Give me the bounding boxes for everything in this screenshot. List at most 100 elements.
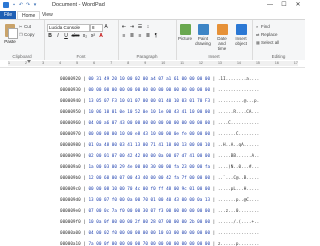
bullet-list-icon[interactable]: ☰	[137, 24, 143, 30]
ruler-mark: 8	[127, 61, 130, 65]
paint-drawing-button[interactable]: Paint drawing	[195, 24, 211, 46]
hex-row: 000009b0 | 12 00 60 00 07 00 43 40 00 00…	[60, 176, 260, 181]
hex-offset: 000009d0	[60, 198, 81, 203]
hex-row: 00000920 | 00 31 49 20 10 00 02 00 a4 07…	[60, 77, 260, 82]
grow-font-icon[interactable]: A	[103, 24, 109, 30]
ruler-mark: 4	[59, 61, 62, 65]
ruler: 1 2 3 4 5 6 7 8 9 10 11 12 13 14 15 16 17	[0, 60, 305, 68]
font-group: Lucida Console 8 A B I U abc x₂ x² A Fon…	[44, 20, 119, 60]
increase-indent-icon[interactable]: ⇥	[129, 24, 135, 30]
font-size-select[interactable]: 8	[90, 24, 103, 32]
copy-button[interactable]: ❐ Copy	[19, 32, 35, 37]
hex-ascii: ...z...0........	[217, 209, 260, 214]
editing-group: ⌕ Find ⇄ Replace ▦ Select all Editing	[252, 20, 305, 60]
align-right-icon[interactable]: ≡	[137, 33, 143, 39]
ruler-mark: 6	[93, 61, 96, 65]
paragraph-group: ⇤ ⇥ ☰ ↕ ≡ ≣ ≡ ≣ ¶ Paragraph	[118, 20, 177, 60]
copy-icon: ❐	[19, 31, 23, 37]
insert-object-button[interactable]: Insert object	[233, 24, 249, 46]
font-family-select[interactable]: Lucida Console	[47, 24, 90, 32]
hex-row: 00000960 | 04 00 a6 07 43 00 00 00 00 00…	[60, 121, 260, 126]
ruler-mark: 13	[217, 61, 222, 65]
hex-ascii: ....C...........	[217, 121, 260, 126]
hex-bytes: 10 06 10 01 0e 10 52 0e 10 1e 00 43 41 1…	[88, 110, 211, 115]
hex-ascii: ......R....CA...	[217, 110, 260, 115]
picture-label: Picture	[177, 36, 192, 41]
hex-bytes: 04 00 a6 07 43 00 00 00 00 00 00 00 00 0…	[88, 121, 211, 126]
undo-icon[interactable]: ↶	[18, 2, 24, 8]
hex-row: 00000970 | 00 00 00 00 10 00 e8 43 10 00…	[60, 132, 260, 137]
hex-bytes: 13 00 07 f0 00 0a 00 70 01 00 40 43 00 0…	[88, 198, 211, 203]
hex-offset: 00000990	[60, 154, 81, 159]
find-button[interactable]: ⌕ Find	[256, 24, 270, 29]
replace-label: Replace	[261, 32, 278, 37]
close-button[interactable]: ✕	[291, 0, 305, 11]
tab-file[interactable]: File	[0, 11, 17, 19]
hex-ascii: .....BB......A..	[217, 154, 260, 159]
ruler-mark: 7	[110, 61, 113, 65]
save-icon[interactable]: ▪	[11, 2, 17, 8]
insert-group: Picture Paint drawing Date and time Inse…	[176, 20, 253, 60]
scissors-icon: ✂	[19, 23, 23, 29]
window-title: Document - WordPad	[52, 2, 105, 8]
hex-ascii: ................	[217, 231, 260, 236]
decrease-indent-icon[interactable]: ⇤	[121, 24, 127, 30]
paint-drawing-label: Paint drawing	[195, 36, 211, 46]
hex-ascii: ..`...C@..B.....	[217, 176, 260, 181]
hex-ascii: .......p..@C....	[217, 198, 260, 203]
minimize-button[interactable]: —	[263, 0, 277, 11]
find-label: Find	[261, 24, 270, 29]
hex-row: 00000950 | 10 06 10 01 0e 10 52 0e 10 1e…	[60, 110, 260, 115]
document-area[interactable]: 00000920 | 00 31 49 20 10 00 02 00 a4 07…	[0, 68, 305, 246]
hex-bytes: 01 0a 48 00 03 41 13 00 71 41 10 00 13 0…	[88, 143, 211, 148]
cut-button[interactable]: ✂ Cut	[19, 24, 31, 29]
replace-button[interactable]: ⇄ Replace	[256, 32, 278, 37]
superscript-button[interactable]: x²	[90, 33, 96, 39]
hex-ascii: .......C........	[217, 132, 260, 137]
calendar-icon	[216, 24, 228, 35]
tab-view[interactable]: View	[38, 11, 57, 19]
hex-bytes: 04 00 02 f0 00 00 00 00 00 10 03 00 00 0…	[88, 231, 211, 236]
maximize-button[interactable]: ☐	[277, 0, 291, 11]
italic-button[interactable]: I	[55, 33, 61, 39]
ruler-mark: 5	[76, 61, 79, 65]
insert-object-label: Insert object	[234, 36, 247, 46]
align-center-icon[interactable]: ≣	[129, 33, 135, 39]
date-time-button[interactable]: Date and time	[214, 24, 230, 51]
hex-bytes: 1a 00 03 00 29 4e 00 00 30 00 00 fa 23 0…	[88, 165, 211, 170]
ribbon: Paste ✂ Cut ❐ Copy Clipboard Lucida Consol…	[0, 19, 305, 61]
binoculars-icon: ⌕	[256, 23, 259, 29]
subscript-button[interactable]: x₂	[82, 33, 88, 39]
hex-offset: 00000980	[60, 143, 81, 148]
bold-button[interactable]: B	[47, 33, 53, 39]
select-all-button[interactable]: ▦ Select all	[256, 40, 279, 45]
hex-bytes: 10 0a 0f 00 00 00 2f 00 28 07 00 00 00 2…	[88, 220, 211, 225]
paragraph-icon[interactable]: ¶	[153, 33, 159, 39]
hex-offset: 000009c0	[60, 187, 81, 192]
align-left-icon[interactable]: ≡	[121, 33, 127, 39]
quick-access-toolbar: ▪ ↶ ↷ ▾	[11, 2, 38, 9]
select-all-label: Select all	[261, 40, 280, 45]
ruler-mark: 3	[42, 61, 45, 65]
hex-ascii: ....)N..0...#...	[217, 165, 260, 170]
format-buttons: B I U abc x₂ x² A	[47, 33, 104, 39]
hex-offset: 00000940	[60, 99, 81, 104]
hex-ascii: ................	[217, 88, 260, 93]
underline-button[interactable]: U	[63, 33, 69, 39]
hex-row: 00000a00 | 04 00 02 f0 00 00 00 00 00 10…	[60, 231, 260, 236]
strikethrough-button[interactable]: abc	[71, 33, 80, 39]
hex-offset: 00000930	[60, 88, 81, 93]
cut-label: Cut	[24, 24, 32, 29]
paste-button[interactable]: Paste	[3, 23, 18, 47]
justify-icon[interactable]: ≣	[145, 33, 151, 39]
font-color-icon[interactable]: A	[98, 33, 104, 39]
picture-button[interactable]: Picture	[177, 24, 193, 41]
line-spacing-icon[interactable]: ↕	[145, 24, 151, 30]
wordpad-app-icon[interactable]	[3, 2, 9, 8]
date-time-label: Date and time	[217, 36, 227, 51]
paper-icon	[8, 28, 18, 39]
customize-icon[interactable]: ▾	[32, 2, 38, 8]
redo-icon[interactable]: ↷	[25, 2, 31, 8]
hex-bytes: 00 00 08 10 00 70 4c 00 f0 ff 48 00 9c 0…	[88, 187, 211, 192]
ruler-mark: 10	[161, 61, 166, 65]
